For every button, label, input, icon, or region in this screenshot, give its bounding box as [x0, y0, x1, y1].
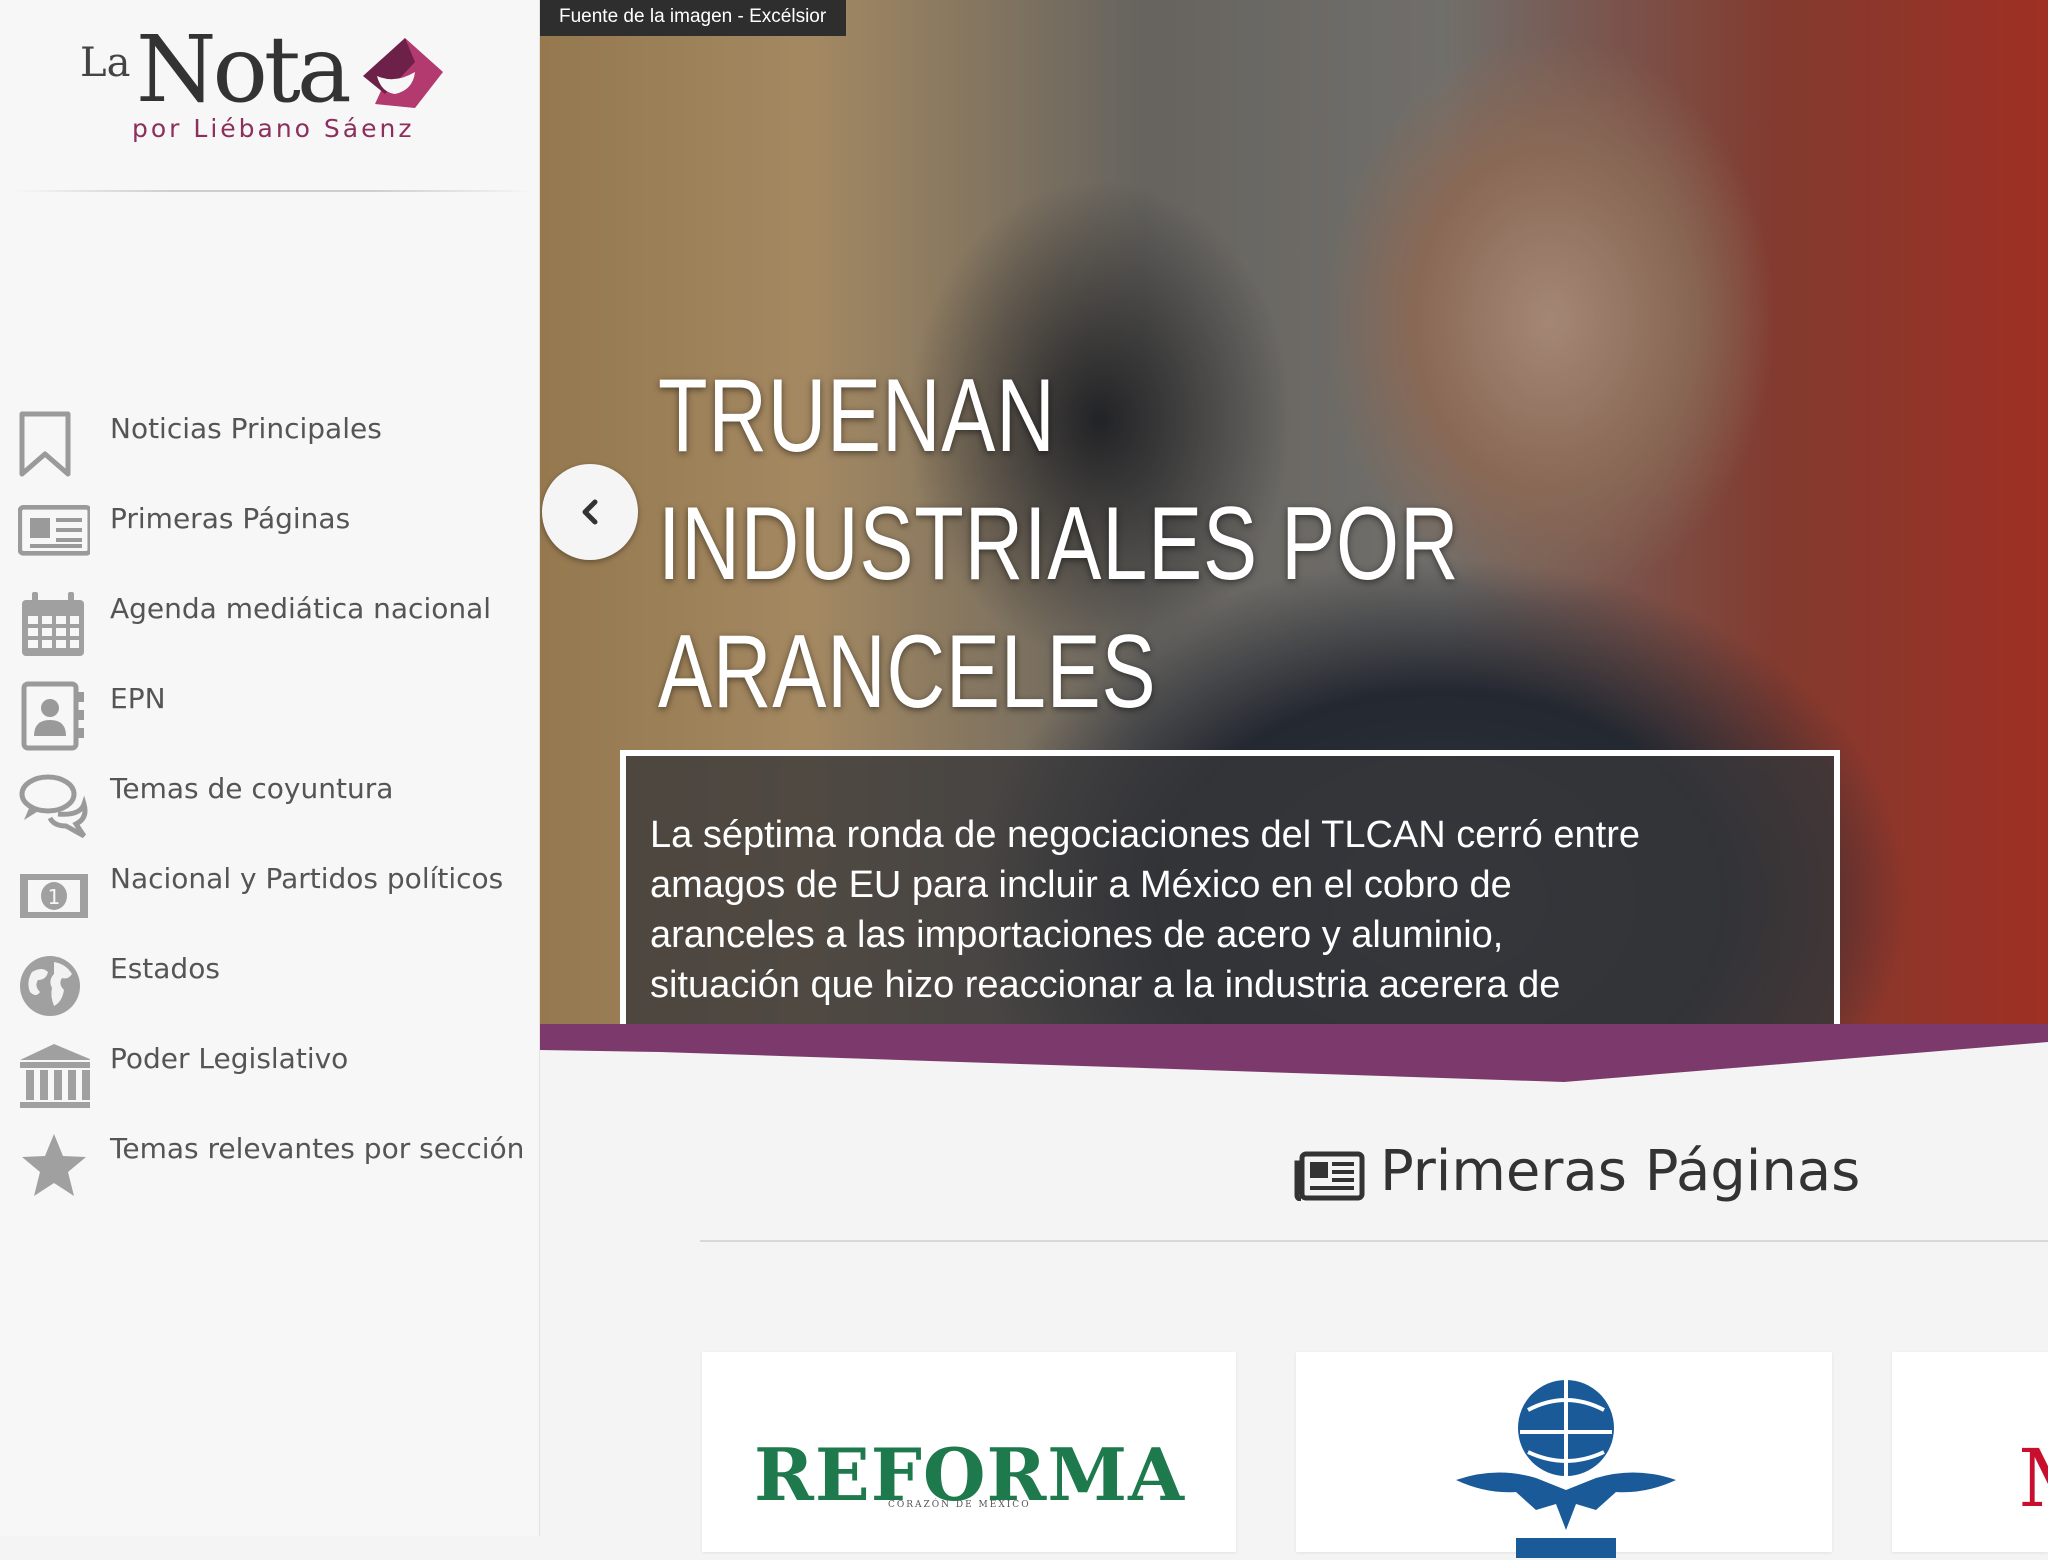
image-credit: Fuente de la imagen - Excélsior [540, 0, 847, 36]
sidebar-item-label: EPN [110, 682, 166, 715]
banknote-icon: 1 [20, 874, 88, 918]
logo-la: La [80, 40, 131, 86]
sidebar-item-label: Temas relevantes por sección [110, 1132, 525, 1165]
sidebar-item-primeras-paginas[interactable]: Primeras Páginas [0, 490, 540, 580]
sidebar-item-label: Poder Legislativo [110, 1042, 349, 1075]
sidebar-item-nacional-partidos[interactable]: 1 Nacional y Partidos políticos [0, 850, 540, 940]
chat-bubbles-icon [19, 774, 88, 839]
sidebar-item-label: Primeras Páginas [110, 502, 351, 535]
hero-slider[interactable]: Fuente de la imagen - Excélsior TRUENAN … [540, 0, 2048, 1024]
sidebar: La Nota por Liébano Sáenz Noticias Princ… [0, 0, 540, 1536]
hero-headline[interactable]: TRUENAN INDUSTRIALES POR ARANCELES [658, 352, 1555, 736]
sidebar-item-label: Nacional y Partidos políticos [110, 862, 504, 895]
calendar-icon [22, 592, 84, 656]
contact-card-icon [21, 681, 84, 751]
sidebar-item-epn[interactable]: EPN [0, 670, 540, 760]
logo-tagline: por Liébano Sáenz [132, 114, 415, 143]
star-icon [22, 1134, 86, 1196]
front-page-card-reforma[interactable]: REFORMA CORAZÓN DE MÉXICO [702, 1352, 1236, 1552]
sidebar-menu: Noticias Principales Primeras Páginas Ag… [0, 400, 540, 1210]
hero-summary-box: La séptima ronda de negociaciones del TL… [620, 750, 1840, 1024]
sidebar-item-agenda[interactable]: Agenda mediática nacional [0, 580, 540, 670]
chevron-left-icon [582, 499, 598, 525]
sidebar-item-estados[interactable]: Estados [0, 940, 540, 1030]
sidebar-item-temas-coyuntura[interactable]: Temas de coyuntura [0, 760, 540, 850]
svg-text:1: 1 [48, 885, 61, 909]
section-rule [700, 1240, 2048, 1242]
logo-divider [10, 190, 535, 192]
milenio-logo: M [2018, 1432, 2048, 1525]
front-page-card-milenio[interactable]: M [1892, 1352, 2048, 1552]
sidebar-item-temas-relevantes[interactable]: Temas relevantes por sección [0, 1120, 540, 1210]
sidebar-item-noticias-principales[interactable]: Noticias Principales [0, 400, 540, 490]
bookmark-icon [19, 411, 71, 477]
reforma-subtitle: CORAZÓN DE MÉXICO [888, 1500, 1031, 1510]
section-title-text: Primeras Páginas [1380, 1139, 1861, 1204]
sidebar-item-poder-legislativo[interactable]: Poder Legislativo [0, 1030, 540, 1120]
sidebar-item-label: Temas de coyuntura [110, 772, 394, 805]
logo-mark-icon [363, 38, 443, 108]
site-logo[interactable]: La Nota por Liébano Sáenz [80, 16, 460, 150]
sidebar-item-label: Estados [110, 952, 220, 985]
slider-prev-button[interactable] [542, 464, 638, 560]
newspaper-icon [18, 505, 90, 556]
globe-icon [20, 956, 80, 1016]
logo-nota: Nota [136, 16, 352, 123]
globe-eagle-icon [1456, 1380, 1676, 1558]
hero-summary: La séptima ronda de negociaciones del TL… [650, 814, 1640, 1006]
sidebar-item-label: Noticias Principales [110, 412, 382, 445]
newspaper-icon [1294, 1151, 1365, 1201]
front-page-card-excelsior[interactable] [1296, 1352, 1832, 1558]
institution-icon [20, 1044, 90, 1108]
sidebar-item-label: Agenda mediática nacional [110, 592, 492, 625]
section-divider [540, 1024, 2048, 1082]
